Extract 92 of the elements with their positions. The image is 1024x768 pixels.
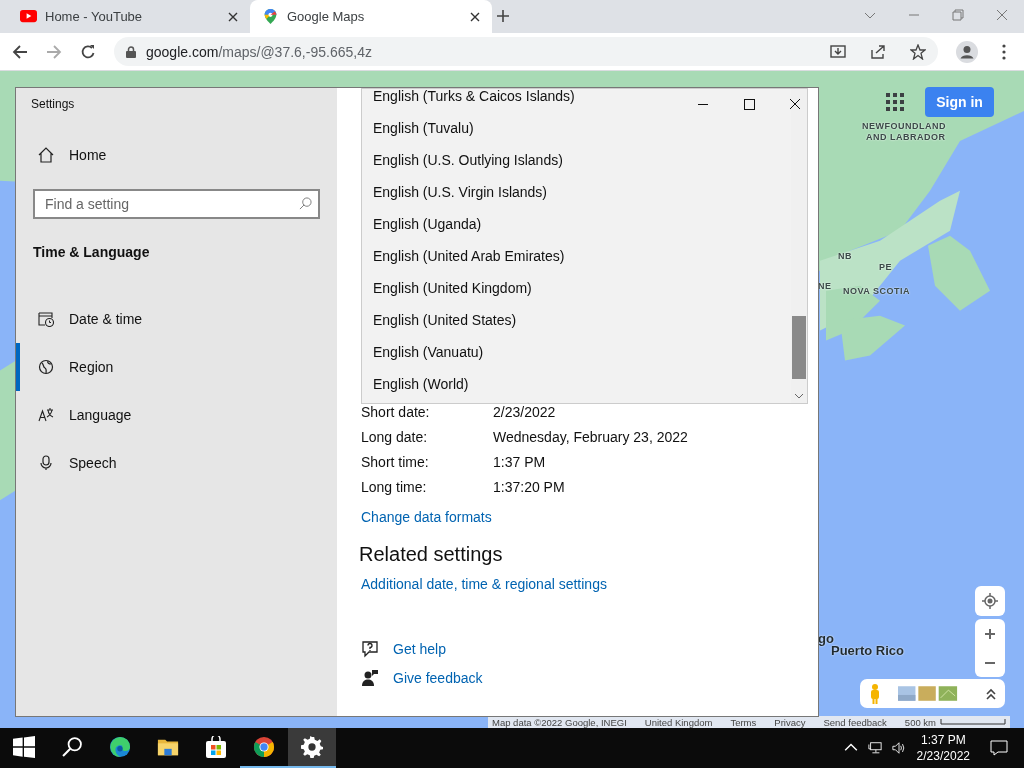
- nav-item[interactable]: Language: [16, 391, 337, 439]
- settings-icon: [301, 736, 323, 758]
- help-link[interactable]: Give feedback: [393, 670, 483, 686]
- video-play-icon: [20, 9, 37, 24]
- scale-bar-icon: [940, 719, 1006, 725]
- format-value: 1:37:20 PM: [493, 478, 565, 495]
- search-icon: [61, 736, 83, 758]
- url-text: google.com/maps/@37.6,-95.665,4z: [146, 43, 372, 60]
- home-nav-item[interactable]: Home: [16, 137, 337, 173]
- close-icon[interactable]: [470, 11, 480, 22]
- double-chevron-up-icon[interactable]: [985, 686, 997, 701]
- notification-icon[interactable]: [990, 740, 1008, 756]
- map-label: NE: [818, 281, 832, 291]
- zoom-in-icon[interactable]: [984, 627, 996, 640]
- profile-avatar-icon[interactable]: [956, 40, 978, 63]
- dropdown-option[interactable]: English (United States): [362, 304, 791, 336]
- browser-tab[interactable]: Home - YouTube: [8, 0, 250, 33]
- attribution-text: Terms: [730, 716, 757, 728]
- language-icon: [38, 407, 54, 423]
- map-type-thumbnails-icon[interactable]: [898, 685, 960, 702]
- close-icon[interactable]: [228, 11, 238, 22]
- dropdown-option[interactable]: English (U.S. Virgin Islands): [362, 176, 791, 208]
- dropdown-option[interactable]: English (United Arab Emirates): [362, 240, 791, 272]
- back-arrow-icon[interactable]: [12, 43, 28, 60]
- clock-date[interactable]: 2/23/2022: [916, 748, 970, 764]
- reload-icon[interactable]: [80, 43, 96, 60]
- dropdown-option[interactable]: English (U.S. Outlying Islands): [362, 144, 791, 176]
- globe-icon: [38, 359, 54, 375]
- install-icon[interactable]: [830, 43, 846, 60]
- calendar-clock-icon: [38, 311, 54, 327]
- dropdown-option[interactable]: English (Vanuatu): [362, 336, 791, 368]
- address-bar[interactable]: google.com/maps/@37.6,-95.665,4z: [114, 37, 938, 66]
- crosshair-icon: [982, 593, 998, 609]
- section-heading: Related settings: [359, 543, 503, 566]
- nav-item[interactable]: Date & time: [16, 295, 337, 343]
- scroll-down-icon[interactable]: [794, 393, 804, 399]
- help-link[interactable]: Get help: [393, 641, 446, 657]
- tab-title: Google Maps: [287, 9, 366, 24]
- format-value: Wednesday, February 23, 2022: [493, 428, 688, 445]
- map-label: AND LABRADOR: [866, 132, 946, 142]
- map-label: NB: [838, 251, 852, 261]
- clock-time[interactable]: 1:37 PM: [920, 732, 966, 748]
- dropdown-option[interactable]: English (Uganda): [362, 208, 791, 240]
- related-settings-link[interactable]: Additional date, time & regional settings: [361, 576, 607, 592]
- map-label: NEWFOUNDLAND: [862, 121, 946, 131]
- format-label: Long time:: [361, 478, 428, 495]
- help-chat-icon: [361, 640, 379, 658]
- attribution-text: Privacy: [774, 716, 806, 728]
- format-value: 2/23/2022: [493, 403, 556, 420]
- map-pin-icon: [262, 9, 279, 24]
- format-label: Long date:: [361, 428, 429, 445]
- scrollbar-thumb[interactable]: [792, 316, 806, 379]
- format-label: Short date:: [361, 403, 431, 420]
- lock-icon: [126, 45, 136, 58]
- volume-icon[interactable]: [891, 741, 906, 755]
- wave-logo-icon: [109, 736, 131, 758]
- new-tab-icon[interactable]: [496, 9, 510, 23]
- window-title: Settings: [31, 97, 76, 111]
- browser-logo-icon: [253, 736, 275, 758]
- taskbar-app[interactable]: [288, 728, 336, 768]
- change-formats-link[interactable]: Change data formats: [361, 509, 492, 525]
- map-label: Puerto Rico: [831, 643, 904, 658]
- shopping-bag-icon: [205, 736, 227, 758]
- attribution-text: Map data ©2022 Google, INEGI: [492, 716, 627, 728]
- map-label: go: [818, 631, 834, 646]
- format-value: 1:37 PM: [493, 453, 546, 470]
- dropdown-option[interactable]: English (Turks & Caicos Islands): [362, 89, 791, 112]
- network-icon[interactable]: [867, 741, 882, 755]
- dropdown-option[interactable]: English (United Kingdom): [362, 272, 791, 304]
- sign-in-button[interactable]: Sign in: [925, 87, 994, 117]
- scale-label: 500 km: [904, 716, 936, 728]
- share-icon[interactable]: [870, 43, 886, 60]
- star-icon[interactable]: [910, 43, 926, 60]
- microphone-icon: [38, 455, 54, 471]
- search-field[interactable]: Find a setting: [33, 189, 320, 219]
- map-label: NOVA SCOTIA: [843, 286, 910, 296]
- attribution-text: United Kingdom: [644, 716, 713, 728]
- feedback-person-icon: [361, 669, 379, 687]
- attribution-text: Send feedback: [823, 716, 887, 728]
- browser-tab[interactable]: Google Maps: [250, 0, 492, 33]
- apps-grid-icon[interactable]: [886, 93, 904, 111]
- format-label: Short time:: [361, 453, 430, 470]
- nav-item[interactable]: Speech: [16, 439, 337, 487]
- my-location-button[interactable]: [975, 586, 1005, 616]
- tab-title: Home - YouTube: [45, 9, 144, 24]
- home-icon: [38, 147, 54, 163]
- dropdown-option[interactable]: English (World): [362, 368, 791, 400]
- section-heading: Time & Language: [33, 244, 151, 260]
- search-icon: [299, 197, 312, 210]
- dropdown-option[interactable]: English (Tuvalu): [362, 112, 791, 144]
- windows-logo-icon: [13, 736, 35, 758]
- map-label: PE: [879, 262, 892, 272]
